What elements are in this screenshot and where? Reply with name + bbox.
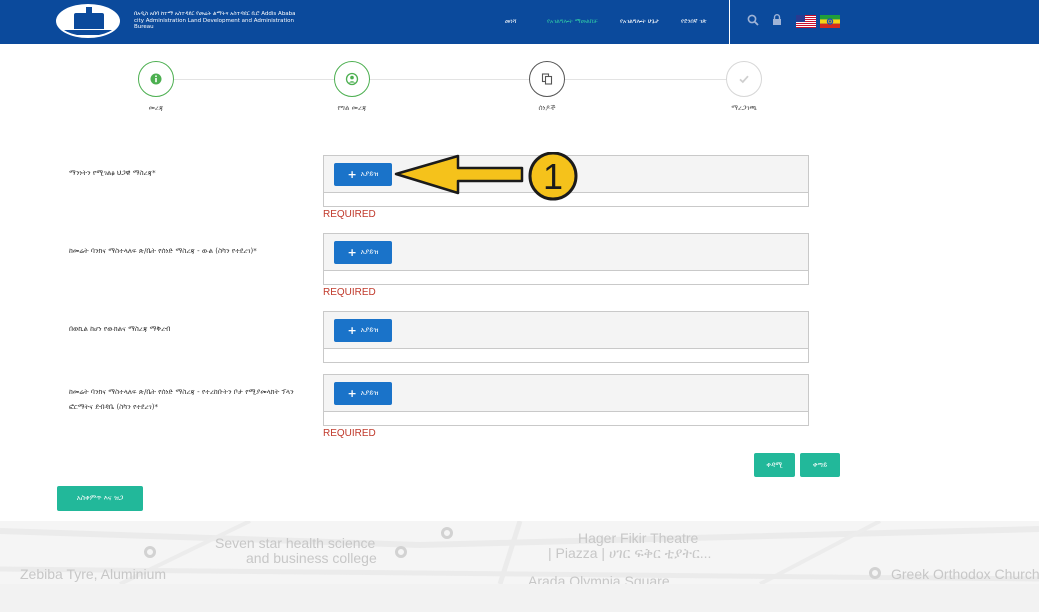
attach-button-site-plan[interactable]: + አያይዝ (334, 382, 392, 405)
file-list (324, 348, 808, 362)
map-label: Zebiba Tyre, Aluminium (20, 566, 167, 582)
attach-button-id[interactable]: + አያይዝ (334, 163, 392, 186)
map-label: and business college (246, 550, 377, 566)
page-bottom (0, 584, 1039, 612)
nav-customer-page[interactable]: የደንበኛ ገጽ (681, 18, 707, 26)
org-name: በአዲስ አበባ ከተማ አስተዳደር የመሬት ልማትና አስተዳደር ቢሮ … (134, 11, 296, 30)
map-label: Arada Olympia Square (528, 573, 670, 584)
upload-box-power-of-attorney: + አያይዝ (323, 311, 809, 363)
map-pin-icon (869, 567, 881, 579)
info-icon (150, 73, 162, 85)
nav-home[interactable]: መነሻ (505, 18, 517, 26)
plus-icon: + (347, 168, 357, 181)
map-label: Hager Fikir Theatre (578, 530, 699, 546)
document-label-power-of-attorney: በወኪል ከሆነ የውክልና ማስረጃ ማቅረብ (69, 325, 171, 333)
document-label-id: ማንነትን የሚገልፅ ህጋዊ ማስረጃ* (69, 169, 156, 177)
step-personal-info[interactable] (334, 61, 370, 97)
plus-icon: + (347, 324, 357, 337)
step-info[interactable] (138, 61, 174, 97)
step-label-documents: ሰነዶች (538, 104, 556, 112)
save-and-close-button[interactable]: አስቀምጥ እና ዝጋ (57, 486, 143, 511)
upload-box-contract: + አያይዝ (323, 233, 809, 285)
map-pin-icon (144, 546, 156, 558)
step-label-confirmation: ማረጋገጫ (731, 104, 757, 112)
document-label-contract: ከመሬት ባንክና ማስተላለፍ ጽ/ቤት የሰነድ ማስረጃ - ውል (ስካ… (69, 247, 257, 255)
documents-icon (541, 73, 553, 85)
map-label: | Piazza | ሀገር ፍቅር ቲያትር... (548, 545, 712, 561)
lock-icon[interactable] (770, 13, 784, 27)
file-list (324, 270, 808, 284)
required-error: REQUIRED (323, 287, 376, 298)
required-error: REQUIRED (323, 209, 376, 220)
step-label-info: መረጃ (148, 104, 164, 112)
next-button[interactable]: ቀጣይ (800, 453, 840, 477)
step-documents[interactable] (529, 61, 565, 97)
required-error: REQUIRED (323, 428, 376, 439)
plus-icon: + (347, 387, 357, 400)
plus-icon: + (347, 246, 357, 259)
amharic-flag-icon[interactable] (820, 15, 840, 28)
nav-service-status[interactable]: የአገልግሎት ሁኔታ (620, 18, 659, 26)
document-label-site-plan: ከመሬት ባንክና ማስተላለፍ ጽ/ቤት የሰነድ ማስረጃ - የተረከቡት… (69, 388, 294, 411)
attach-button-contract[interactable]: + አያይዝ (334, 241, 392, 264)
attach-button-power-of-attorney[interactable]: + አያይዝ (334, 319, 392, 342)
english-flag-icon[interactable] (796, 15, 816, 28)
step-label-personal-info: የግል መረጃ (337, 104, 367, 112)
previous-button[interactable]: ቀዳሚ (754, 453, 795, 477)
header-divider (729, 0, 730, 44)
search-icon[interactable] (746, 13, 760, 27)
upload-box-site-plan: + አያይዝ (323, 374, 809, 426)
map-pin-icon (441, 527, 453, 539)
map-background: Seven star health science and business c… (0, 521, 1039, 584)
top-navbar: በአዲስ አበባ ከተማ አስተዳደር የመሬት ልማትና አስተዳደር ቢሮ … (0, 0, 1039, 44)
nav-service-application[interactable]: የአገልግሎት ማመልከቻ (547, 18, 598, 26)
file-list (324, 411, 808, 425)
check-icon (739, 75, 749, 84)
annotation-arrow: 1 (394, 152, 578, 201)
user-icon (345, 72, 359, 86)
step-confirmation[interactable] (726, 61, 762, 97)
progress-track (156, 79, 744, 80)
map-label: Seven star health science (215, 535, 376, 551)
annotation-number: 1 (543, 156, 563, 197)
map-pin-icon (395, 546, 407, 558)
map-label: Greek Orthodox Church (891, 566, 1039, 582)
bureau-logo[interactable] (56, 4, 120, 38)
